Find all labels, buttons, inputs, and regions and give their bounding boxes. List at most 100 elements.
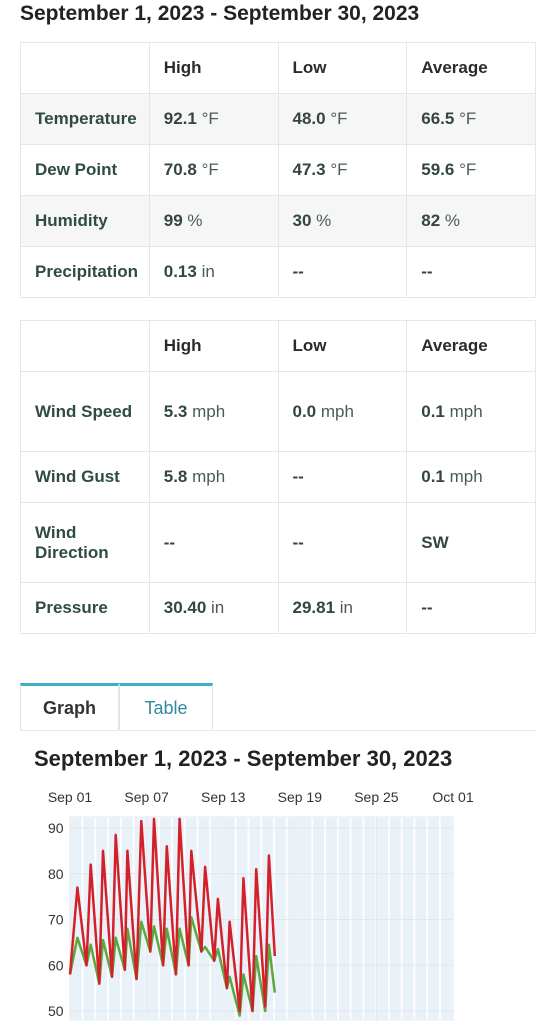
cell-low: -- xyxy=(277,451,408,503)
unit: °F xyxy=(201,109,219,128)
cell-high: 70.8 °F xyxy=(148,144,279,196)
x-tick-label: Sep 19 xyxy=(278,789,323,805)
night-band xyxy=(402,817,414,1020)
table-header-row: High Low Average xyxy=(20,42,536,94)
unit: mph xyxy=(449,467,483,486)
row-label: Humidity xyxy=(20,195,150,247)
table-row: Pressure 30.40 in 29.81 in -- xyxy=(20,582,536,634)
header-high: High xyxy=(148,320,279,372)
header-average: Average xyxy=(406,42,536,94)
value: 0.0 xyxy=(292,401,317,421)
night-band xyxy=(364,817,376,1020)
value: -- xyxy=(292,467,304,486)
table-row: Wind Gust 5.8 mph -- 0.1 mph xyxy=(20,451,536,503)
cell-avg: SW xyxy=(406,502,536,583)
value: 29.81 xyxy=(292,598,336,617)
value: 48.0 xyxy=(292,109,326,128)
value: 30.40 xyxy=(163,598,207,617)
row-label: Temperature xyxy=(20,93,150,145)
header-low: Low xyxy=(277,320,408,372)
x-tick-label: Sep 25 xyxy=(354,789,399,805)
cell-low: 0.0 mph xyxy=(277,371,408,452)
table-header-row: High Low Average xyxy=(20,320,536,372)
night-band xyxy=(415,817,427,1020)
unit: mph xyxy=(192,401,226,421)
table-row: Temperature 92.1 °F 48.0 °F 66.5 °F xyxy=(20,93,536,145)
cell-avg: 0.1 mph xyxy=(406,451,536,503)
cell-low: -- xyxy=(277,502,408,583)
cell-high: 5.3 mph xyxy=(148,371,279,452)
night-band xyxy=(389,817,401,1020)
unit: in xyxy=(211,598,225,617)
night-band xyxy=(287,817,299,1020)
night-band xyxy=(351,817,363,1020)
header-empty xyxy=(20,42,150,94)
x-tick-label: Sep 13 xyxy=(201,789,246,805)
value: 70.8 xyxy=(163,160,197,179)
y-tick-label: 50 xyxy=(48,1003,64,1019)
cell-high: 30.40 in xyxy=(148,582,279,634)
cell-high: -- xyxy=(148,502,279,583)
night-band xyxy=(338,817,350,1020)
row-label: Wind Speed xyxy=(20,371,150,452)
unit: mph xyxy=(449,401,483,421)
value: 47.3 xyxy=(292,160,326,179)
cell-high: 0.13 in xyxy=(148,246,279,298)
cell-high: 99 % xyxy=(148,195,279,247)
tab-table[interactable]: Table xyxy=(119,683,213,730)
cell-avg: 66.5 °F xyxy=(406,93,536,145)
value: 5.8 xyxy=(163,467,188,486)
row-label: Precipitation xyxy=(20,246,150,298)
cell-avg: -- xyxy=(406,582,536,634)
row-label: Wind Gust xyxy=(20,451,150,503)
value: 0.1 xyxy=(421,467,445,486)
y-tick-label: 90 xyxy=(48,820,64,836)
x-tick-label: Sep 01 xyxy=(48,789,93,805)
header-average: Average xyxy=(406,320,536,372)
y-tick-label: 60 xyxy=(48,957,64,973)
unit: °F xyxy=(459,109,477,128)
header-high: High xyxy=(148,42,279,94)
cell-avg: 59.6 °F xyxy=(406,144,536,196)
table-row: Wind Speed 5.3 mph 0.0 mph 0.1 mph xyxy=(20,371,536,452)
value: 5.3 xyxy=(163,401,188,421)
row-label: Dew Point xyxy=(20,144,150,196)
value: -- xyxy=(421,598,433,617)
value: -- xyxy=(292,262,304,281)
y-tick-label: 70 xyxy=(48,912,64,928)
tab-graph[interactable]: Graph xyxy=(20,683,119,730)
night-band xyxy=(274,817,286,1020)
value: 0.1 xyxy=(421,401,445,421)
value: -- xyxy=(163,532,176,552)
page-title: September 1, 2023 - September 30, 2023 xyxy=(20,2,420,25)
value: SW xyxy=(421,532,449,552)
night-band xyxy=(428,817,440,1020)
x-tick-label: Oct 01 xyxy=(432,789,473,805)
table-row: Wind Direction -- -- SW xyxy=(20,502,536,583)
cell-low: 30 % xyxy=(277,195,408,247)
row-label: Wind Direction xyxy=(20,502,150,583)
unit: °F xyxy=(330,160,348,179)
unit: in xyxy=(339,598,354,617)
unit: mph xyxy=(192,467,226,486)
value: 66.5 xyxy=(421,109,455,128)
unit: % xyxy=(316,211,332,230)
value: 59.6 xyxy=(421,160,455,179)
night-band xyxy=(440,817,452,1020)
cell-low: 47.3 °F xyxy=(277,144,408,196)
night-band xyxy=(377,817,389,1020)
value: -- xyxy=(292,532,304,552)
unit: in xyxy=(201,262,215,281)
value: -- xyxy=(421,262,433,281)
unit: °F xyxy=(330,109,348,128)
header-low: Low xyxy=(277,42,408,94)
view-tabs: Graph Table xyxy=(20,683,536,731)
cell-high: 5.8 mph xyxy=(148,451,279,503)
value: 30 xyxy=(292,211,312,230)
cell-avg: 82 % xyxy=(406,195,536,247)
unit: mph xyxy=(320,401,354,421)
table-row: Humidity 99 % 30 % 82 % xyxy=(20,195,536,247)
night-band xyxy=(325,817,337,1020)
unit: °F xyxy=(201,160,219,179)
temperature-chart: 50 60 70 80 90 Sep 01 Sep 07 Sep 13 Sep 19 Sep 25… xyxy=(48,789,474,1021)
